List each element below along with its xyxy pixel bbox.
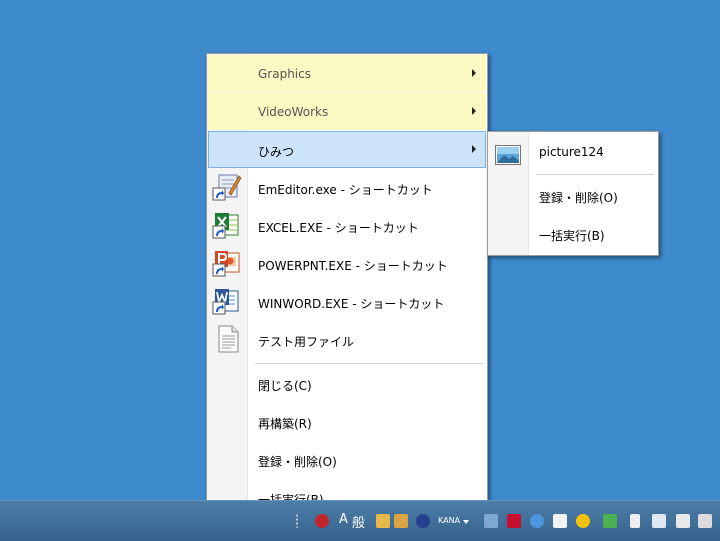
search-tray-icon[interactable] — [576, 514, 590, 528]
menu-item-label: EmEditor.exe - ショートカット — [258, 183, 433, 197]
launcher-menu: Graphics VideoWorks ひみつ EmEditor.exe - シ… — [206, 53, 488, 520]
menu-item-powerpoint[interactable]: POWERPNT.EXE - ショートカット — [208, 245, 486, 282]
menu-separator — [536, 174, 654, 175]
menu-item-close[interactable]: 閉じる(C) — [208, 365, 486, 402]
menu-item-emeditor[interactable]: EmEditor.exe - ショートカット — [208, 169, 486, 206]
menu-item-label: 再構築(R) — [258, 417, 312, 431]
submenu-item-label: 一括実行(B) — [539, 229, 605, 243]
menu-item-label: テスト用ファイル — [258, 335, 355, 349]
action-center-flag-icon[interactable] — [630, 514, 640, 528]
menu-item-label: POWERPNT.EXE - ショートカット — [258, 259, 448, 273]
menu-item-label: EXCEL.EXE - ショートカット — [258, 221, 419, 235]
menu-item-word[interactable]: WINWORD.EXE - ショートカット — [208, 283, 486, 320]
ime-tool-icon[interactable] — [376, 514, 390, 528]
submenu-arrow-icon — [472, 69, 476, 77]
menu-item-himitsu[interactable]: ひみつ — [208, 131, 486, 168]
submenu-item-picture124[interactable]: picture124 — [489, 133, 657, 170]
menu-item-label: VideoWorks — [258, 105, 329, 119]
submenu-item-label: 登録・削除(O) — [539, 191, 618, 205]
menu-item-rebuild[interactable]: 再構築(R) — [208, 403, 486, 440]
ime-input-mode[interactable]: A — [339, 512, 348, 527]
safely-remove-hardware-icon[interactable] — [676, 514, 690, 528]
submenu-item-register-delete[interactable]: 登録・削除(O) — [489, 177, 657, 214]
emeditor-shortcut-icon — [212, 174, 242, 201]
menu-item-label: Graphics — [258, 67, 311, 81]
picture-icon — [495, 145, 521, 165]
ime-pad-icon[interactable] — [394, 514, 408, 528]
adobe-tray-icon[interactable] — [507, 514, 521, 528]
submenu-arrow-icon — [472, 107, 476, 115]
menu-item-label: 閉じる(C) — [258, 379, 312, 393]
tools-tray-icon[interactable] — [484, 514, 498, 528]
menu-item-graphics[interactable]: Graphics — [208, 55, 486, 92]
powerpoint-shortcut-icon — [212, 251, 240, 277]
notepad-tray-icon[interactable] — [553, 514, 567, 528]
menu-item-test-file[interactable]: テスト用ファイル — [208, 321, 486, 358]
menu-item-label: 登録・削除(O) — [258, 455, 337, 469]
ime-help-icon[interactable] — [416, 514, 430, 528]
menu-item-videoworks[interactable]: VideoWorks — [208, 93, 486, 130]
menu-separator — [255, 363, 483, 364]
submenu-item-batch-run[interactable]: 一括実行(B) — [489, 215, 657, 252]
security-check-icon[interactable] — [603, 514, 617, 528]
ime-options-arrow-icon[interactable] — [463, 520, 469, 524]
taskbar-grip-icon[interactable] — [296, 514, 306, 528]
text-file-icon — [218, 325, 239, 353]
ime-status-icon[interactable] — [315, 514, 329, 528]
volume-icon[interactable] — [698, 514, 712, 528]
menu-item-label: WINWORD.EXE - ショートカット — [258, 297, 445, 311]
word-shortcut-icon — [212, 289, 239, 315]
menu-item-label: ひみつ — [258, 145, 295, 159]
cloud-tray-icon[interactable] — [530, 514, 544, 528]
menu-item-register-delete[interactable]: 登録・削除(O) — [208, 441, 486, 478]
submenu-item-label: picture124 — [539, 145, 604, 159]
himitsu-submenu: picture124 登録・削除(O) 一括実行(B) — [487, 131, 659, 256]
ime-dictionary-mode[interactable]: 般 — [352, 512, 365, 531]
submenu-arrow-icon — [472, 145, 476, 153]
kana-mode-indicator[interactable]: KANA — [438, 516, 460, 525]
excel-shortcut-icon — [212, 213, 239, 239]
menu-item-excel[interactable]: EXCEL.EXE - ショートカット — [208, 207, 486, 244]
network-icon[interactable] — [652, 514, 666, 528]
